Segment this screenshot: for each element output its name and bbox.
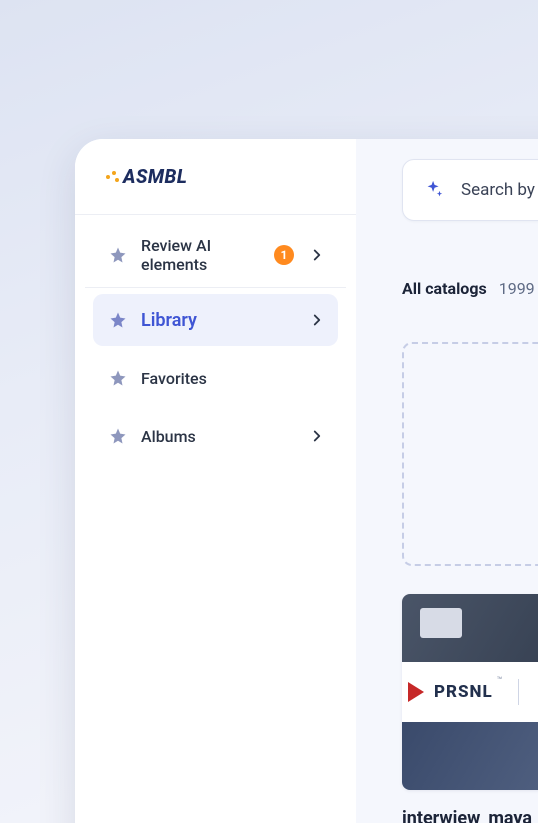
sidebar-item-favorites[interactable]: Favorites	[93, 352, 338, 404]
divider	[518, 679, 519, 705]
star-icon	[109, 246, 127, 264]
search-bar[interactable]: Search by At	[402, 159, 538, 221]
asset-card[interactable]: PRSNL ™ interwiew_maya PPTX	[402, 594, 538, 823]
sparkle-icon	[423, 179, 445, 201]
logo-mark-icon	[105, 169, 121, 185]
star-icon	[109, 311, 127, 329]
brand-logo: ASMBL	[105, 165, 187, 188]
sidebar-item-library[interactable]: Library	[93, 294, 338, 346]
asset-filename: interwiew_maya	[402, 808, 538, 823]
chevron-right-icon	[308, 427, 326, 445]
sidebar-nav: Review AI elements 1 Library	[75, 215, 356, 476]
thumb-brand-text: PRSNL	[434, 682, 493, 702]
nav-label: Albums	[141, 427, 294, 446]
chevron-right-icon	[308, 246, 326, 264]
logo-area: ASMBL	[75, 139, 356, 215]
thumb-brand-strip: PRSNL ™	[402, 664, 538, 720]
star-icon	[109, 427, 127, 445]
upload-dropzone[interactable]: Upload a or drag & drop file (200 files	[402, 342, 538, 566]
thumb-tile	[402, 594, 538, 662]
divider	[85, 287, 346, 288]
brand-name: ASMBL	[123, 165, 187, 188]
thumb-tile	[402, 722, 538, 790]
app-window: ASMBL Review AI elements 1 Library	[75, 139, 538, 823]
sidebar: ASMBL Review AI elements 1 Library	[75, 139, 356, 823]
star-icon	[109, 369, 127, 387]
nav-badge: 1	[274, 245, 294, 265]
nav-label: Library	[141, 310, 294, 331]
search-prompt: Search by At	[461, 180, 538, 200]
main-content: Search by At All catalogs 1999 ass Uploa…	[356, 139, 538, 823]
search-prefix: Search by	[461, 180, 535, 200]
nav-label: Review AI elements	[141, 236, 260, 274]
play-icon	[408, 682, 424, 702]
sidebar-item-albums[interactable]: Albums	[93, 410, 338, 462]
asset-thumbnail: PRSNL ™	[402, 594, 538, 790]
sidebar-item-review-ai[interactable]: Review AI elements 1	[93, 229, 338, 281]
nav-label: Favorites	[141, 369, 326, 388]
catalog-count: 1999 ass	[499, 279, 538, 298]
trademark-icon: ™	[497, 676, 503, 686]
chevron-right-icon	[308, 311, 326, 329]
catalog-all-label: All catalogs	[402, 279, 487, 298]
catalog-summary: All catalogs 1999 ass	[402, 279, 538, 298]
